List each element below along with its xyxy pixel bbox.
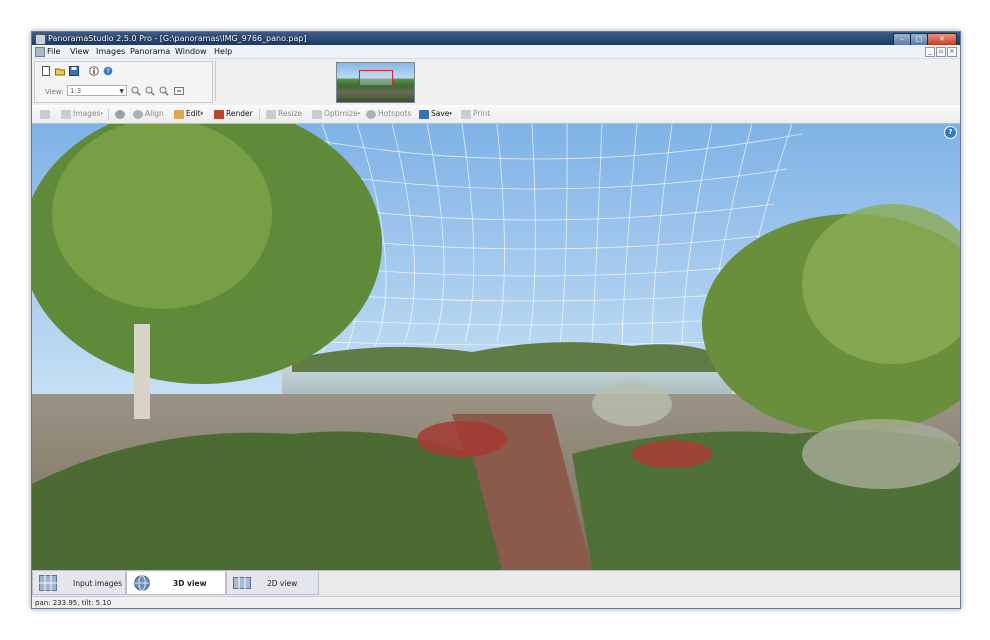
render-button[interactable]: Render <box>214 105 253 123</box>
tab-2d-view[interactable]: 2D view <box>226 572 319 595</box>
tab-3d-view[interactable]: 3D view <box>126 572 226 595</box>
stitch-button[interactable] <box>115 105 127 123</box>
mdi-close-button[interactable]: × <box>947 47 957 57</box>
zoom-actual-icon[interactable] <box>174 86 184 96</box>
save-disk-icon <box>419 109 429 119</box>
save-label: Save <box>431 109 450 118</box>
view-tabs: Input images 3D view 2D view <box>32 570 960 596</box>
red-flowers <box>417 421 507 457</box>
chevron-down-icon: ▼ <box>119 88 124 95</box>
open-icon[interactable] <box>55 66 65 76</box>
edit-label: Edit <box>186 109 201 118</box>
tool-panel: ? View: 1:3 ▼ <box>32 59 960 106</box>
optimize-icon <box>312 109 322 119</box>
panorama-thumbnail[interactable] <box>336 62 415 103</box>
hotspots-icon <box>366 109 376 119</box>
toolbar-separator <box>259 109 260 120</box>
render-icon <box>214 109 224 119</box>
globe-icon <box>134 575 150 591</box>
svg-text:?: ? <box>106 68 110 76</box>
silver-shrub <box>592 382 672 426</box>
tab-label: Input images <box>73 579 123 588</box>
resize-icon <box>266 109 276 119</box>
tab-label: 2D view <box>267 579 298 588</box>
title-bar: PanoramaStudio 2.5.0 Pro - [G:\panoramas… <box>32 32 960 46</box>
images-icon <box>61 109 71 119</box>
tab-label: 3D view <box>173 579 207 588</box>
panorama-3d-viewport[interactable]: ? <box>32 124 960 570</box>
resize-button[interactable]: Resize <box>266 105 302 123</box>
stitch-icon <box>115 109 125 119</box>
print-label: Print <box>473 109 491 118</box>
thumbnail-view-frame[interactable] <box>359 70 393 86</box>
view-label: View: <box>45 88 64 96</box>
toolbar-icon <box>40 109 50 119</box>
tab-input-images[interactable]: Input images <box>32 572 126 595</box>
document-icon[interactable] <box>35 47 45 57</box>
save-button[interactable]: Save▾ <box>419 105 452 123</box>
zoom-in-icon[interactable] <box>131 86 141 96</box>
zoom-fit-icon[interactable] <box>159 86 169 96</box>
optimize-button[interactable]: Optimize▾ <box>312 105 360 123</box>
align-icon <box>133 109 143 119</box>
menu-file[interactable]: File <box>47 45 60 58</box>
mdi-minimize-button[interactable]: _ <box>925 47 935 57</box>
window-title: PanoramaStudio 2.5.0 Pro - [G:\panoramas… <box>48 34 307 43</box>
mdi-restore-button[interactable]: ▫ <box>936 47 946 57</box>
birch-trunk <box>134 324 150 419</box>
grid-icon <box>39 575 57 591</box>
app-icon <box>35 34 46 45</box>
align-label: Align <box>145 109 164 118</box>
edit-icon <box>174 109 184 119</box>
menu-bar: File View Images Panorama Window Help _ … <box>32 45 960 59</box>
file-tools-group: ? View: 1:3 ▼ <box>34 61 213 103</box>
toolbar-separator <box>108 109 109 120</box>
new-icon[interactable] <box>41 66 51 76</box>
align-button[interactable]: Align <box>133 105 164 123</box>
help-icon[interactable]: ? <box>103 66 113 76</box>
left-tree-highlight <box>52 124 272 309</box>
viewport-help-button[interactable]: ? <box>944 126 957 139</box>
optimize-label: Optimize <box>324 109 358 118</box>
main-toolbar: Images▾ Align Edit▾ Render Resize Optimi… <box>32 105 960 124</box>
preview-area <box>215 61 959 103</box>
toolbar-menu-button[interactable] <box>40 105 52 123</box>
menu-help[interactable]: Help <box>214 45 232 58</box>
menu-images[interactable]: Images <box>96 45 125 58</box>
status-bar: pan: 233.95, tilt: 5.10 <box>32 596 960 608</box>
map-icon <box>233 577 251 589</box>
images-label: Images <box>73 109 101 118</box>
zoom-value: 1:3 <box>70 87 82 95</box>
menu-view[interactable]: View <box>70 45 89 58</box>
zoom-out-icon[interactable] <box>145 86 155 96</box>
print-icon <box>461 109 471 119</box>
save-icon[interactable] <box>69 66 79 76</box>
hotspots-label: Hotspots <box>378 109 412 118</box>
edit-button[interactable]: Edit▾ <box>174 105 203 123</box>
menu-panorama[interactable]: Panorama <box>130 45 170 58</box>
print-button[interactable]: Print <box>461 105 490 123</box>
info-icon[interactable] <box>89 66 99 76</box>
images-button[interactable]: Images▾ <box>61 105 103 123</box>
menu-window[interactable]: Window <box>175 45 207 58</box>
status-text: pan: 233.95, tilt: 5.10 <box>35 599 112 607</box>
red-flowers <box>632 440 712 468</box>
app-window: PanoramaStudio 2.5.0 Pro - [G:\panoramas… <box>31 31 961 609</box>
panorama-render[interactable] <box>32 124 960 570</box>
hotspots-button[interactable]: Hotspots <box>366 105 411 123</box>
resize-label: Resize <box>278 109 303 118</box>
render-label: Render <box>226 109 253 118</box>
silver-shrub <box>802 419 960 489</box>
zoom-select[interactable]: 1:3 ▼ <box>67 85 127 96</box>
